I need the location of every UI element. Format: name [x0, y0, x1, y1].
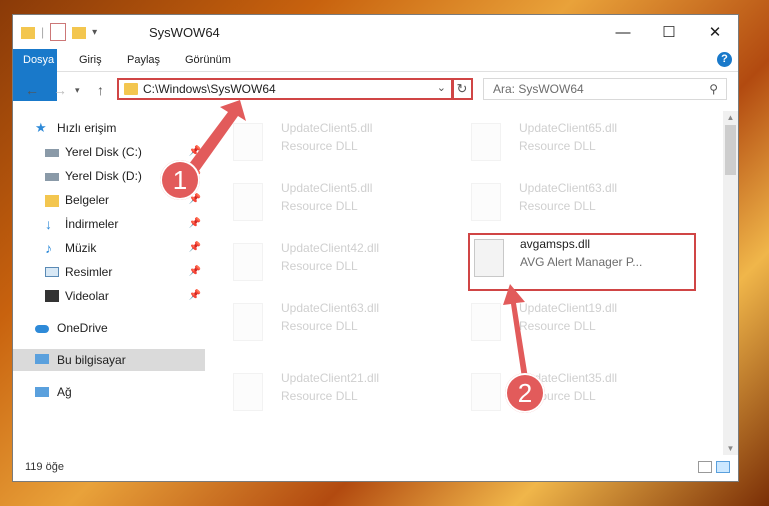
- annotation-arrows: [186, 100, 528, 380]
- step-1-callout: 1: [160, 160, 200, 200]
- step-2-callout: 2: [505, 373, 545, 413]
- arrow-to-file: [503, 284, 528, 380]
- arrow-to-address-bar: [186, 100, 246, 175]
